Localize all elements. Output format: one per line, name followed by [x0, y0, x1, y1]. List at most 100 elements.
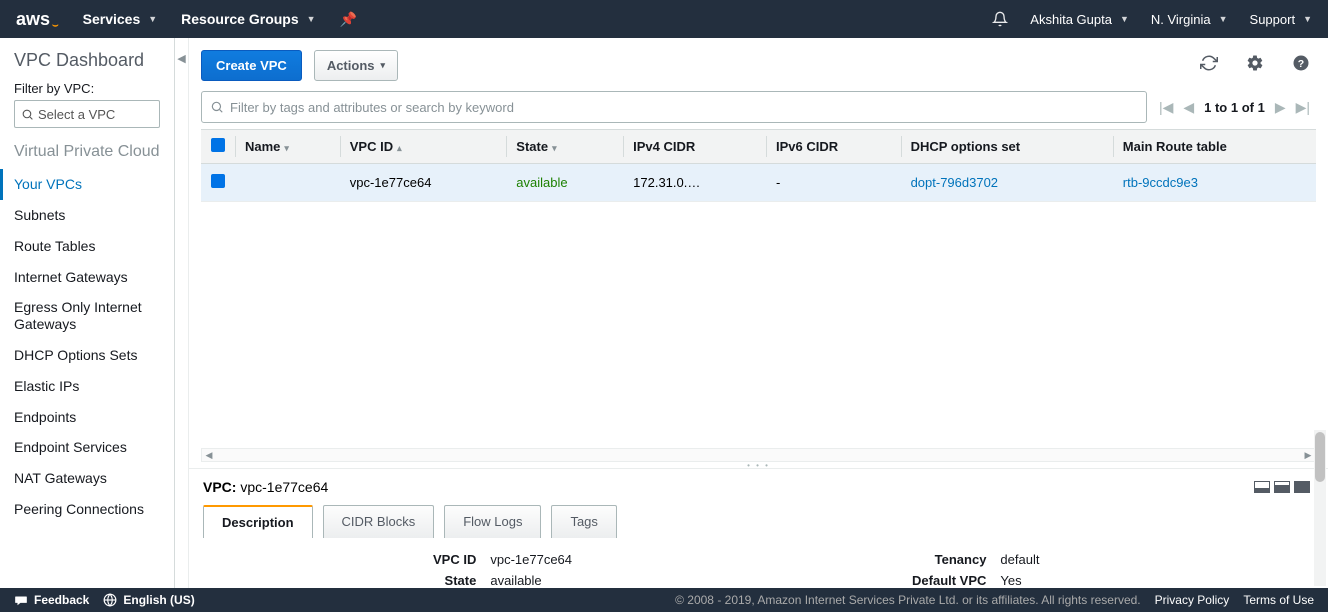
nav-region[interactable]: N. Virginia▼	[1151, 12, 1228, 27]
sidebar-collapse-handle[interactable]: ◀	[175, 38, 189, 588]
page-last-icon[interactable]: ▶|	[1296, 99, 1310, 116]
nav-resource-groups[interactable]: Resource Groups▼	[181, 11, 315, 27]
select-all-checkbox[interactable]	[211, 138, 225, 152]
nav-resource-groups-label: Resource Groups	[181, 11, 298, 27]
sort-icon: ▴	[397, 143, 402, 153]
horizontal-scrollbar[interactable]: ◀ ▶	[201, 448, 1316, 462]
detail-tabs: Description CIDR Blocks Flow Logs Tags	[189, 505, 1328, 538]
nav-support-label: Support	[1250, 12, 1296, 27]
footer-legal: © 2008 - 2019, Amazon Internet Services …	[675, 593, 1141, 607]
caret-down-icon: ▼	[1120, 14, 1129, 24]
language-selector[interactable]: English (US)	[103, 593, 194, 607]
actions-button[interactable]: Actions ▾	[314, 50, 398, 81]
cell-vpc-id: vpc-1e77ce64	[340, 164, 507, 202]
detail-title: VPC: vpc-1e77ce64	[203, 479, 328, 495]
sidebar-item-internet-gateways[interactable]: Internet Gateways	[0, 262, 174, 293]
pin-icon[interactable]: 📌	[340, 11, 357, 28]
scroll-left-icon[interactable]: ◀	[202, 449, 216, 461]
search-icon	[21, 108, 34, 121]
tab-cidr-blocks[interactable]: CIDR Blocks	[323, 505, 435, 538]
col-ipv4[interactable]: IPv4 CIDR	[623, 130, 766, 164]
page-first-icon[interactable]: |◀	[1159, 99, 1173, 116]
paginator: |◀ ◀ 1 to 1 of 1 ▶ ▶|	[1159, 99, 1310, 116]
help-icon[interactable]: ?	[1292, 54, 1310, 77]
main-content: Create VPC Actions ▾ ? Filter by tags an…	[189, 38, 1328, 588]
col-state[interactable]: State▾	[506, 130, 623, 164]
sidebar-section-head: Virtual Private Cloud	[0, 142, 174, 169]
toolbar: Create VPC Actions ▾ ?	[189, 38, 1328, 91]
detail-v-state: available	[490, 573, 572, 588]
detail-header: VPC: vpc-1e77ce64	[189, 468, 1328, 501]
cell-rtb-link[interactable]: rtb-9ccdc9e3	[1113, 164, 1316, 202]
language-label: English (US)	[123, 593, 194, 607]
tab-flow-logs[interactable]: Flow Logs	[444, 505, 541, 538]
layout-split-icon[interactable]	[1274, 481, 1290, 493]
col-rtb[interactable]: Main Route table	[1113, 130, 1316, 164]
terms-link[interactable]: Terms of Use	[1243, 593, 1314, 607]
search-placeholder: Filter by tags and attributes or search …	[230, 100, 514, 115]
sidebar-item-egress-only-igw[interactable]: Egress Only Internet Gateways	[0, 292, 174, 340]
aws-logo[interactable]: aws⌣	[16, 9, 59, 30]
detail-v-tenancy: default	[1000, 552, 1039, 567]
detail-vertical-scrollbar[interactable]	[1314, 430, 1326, 586]
nav-user[interactable]: Akshita Gupta ▼	[1030, 12, 1129, 27]
sidebar-item-dhcp-options[interactable]: DHCP Options Sets	[0, 340, 174, 371]
search-input[interactable]: Filter by tags and attributes or search …	[201, 91, 1147, 123]
caret-down-icon: ▾	[380, 60, 385, 71]
col-dhcp[interactable]: DHCP options set	[901, 130, 1113, 164]
sidebar: VPC Dashboard Filter by VPC: Select a VP…	[0, 38, 175, 588]
sidebar-item-your-vpcs[interactable]: Your VPCs	[0, 169, 174, 200]
notifications-icon[interactable]	[992, 11, 1008, 27]
row-checkbox[interactable]	[211, 174, 225, 188]
top-nav: aws⌣ Services▼ Resource Groups▼ 📌 Akshit…	[0, 0, 1328, 38]
create-vpc-button[interactable]: Create VPC	[201, 50, 302, 81]
search-row: Filter by tags and attributes or search …	[189, 91, 1328, 129]
caret-down-icon: ▼	[1303, 14, 1312, 24]
caret-down-icon: ▼	[1219, 14, 1228, 24]
tab-tags[interactable]: Tags	[551, 505, 616, 538]
detail-k-state: State	[433, 573, 476, 588]
aws-logo-text: aws	[16, 9, 50, 30]
layout-bottom-icon[interactable]	[1254, 481, 1270, 493]
sidebar-item-elastic-ips[interactable]: Elastic IPs	[0, 371, 174, 402]
sidebar-item-endpoint-services[interactable]: Endpoint Services	[0, 432, 174, 463]
detail-k-tenancy: Tenancy	[912, 552, 986, 567]
sidebar-item-route-tables[interactable]: Route Tables	[0, 231, 174, 262]
feedback-link[interactable]: Feedback	[14, 593, 89, 607]
pane-layout-icons	[1254, 481, 1310, 493]
sidebar-item-nat-gateways[interactable]: NAT Gateways	[0, 463, 174, 494]
scroll-right-icon[interactable]: ▶	[1301, 449, 1315, 461]
refresh-icon[interactable]	[1200, 54, 1218, 77]
sidebar-item-subnets[interactable]: Subnets	[0, 200, 174, 231]
page-next-icon[interactable]: ▶	[1275, 99, 1286, 116]
col-vpc-id[interactable]: VPC ID▴	[340, 130, 507, 164]
detail-v-vpc-id: vpc-1e77ce64	[490, 552, 572, 567]
filter-by-vpc-label: Filter by VPC:	[0, 81, 174, 100]
vpc-table: Name▾ VPC ID▴ State▾ IPv4 CIDR IPv6 CIDR…	[189, 129, 1328, 202]
tab-description[interactable]: Description	[203, 505, 313, 538]
actions-label: Actions	[327, 58, 375, 73]
detail-body: VPC ID vpc-1e77ce64 State available Tena…	[189, 538, 1328, 588]
filter-vpc-select[interactable]: Select a VPC	[14, 100, 160, 128]
settings-icon[interactable]	[1246, 54, 1264, 77]
nav-services-label: Services	[83, 11, 141, 27]
cell-name	[235, 164, 340, 202]
sort-icon: ▾	[552, 143, 557, 153]
detail-k-default-vpc: Default VPC	[912, 573, 986, 588]
sidebar-item-peering-connections[interactable]: Peering Connections	[0, 494, 174, 525]
layout-full-icon[interactable]	[1294, 481, 1310, 493]
nav-user-label: Akshita Gupta	[1030, 12, 1112, 27]
page-prev-icon[interactable]: ◀	[1183, 99, 1194, 116]
sidebar-item-endpoints[interactable]: Endpoints	[0, 402, 174, 433]
table-row[interactable]: vpc-1e77ce64 available 172.31.0.… - dopt…	[201, 164, 1316, 202]
cell-dhcp-link[interactable]: dopt-796d3702	[901, 164, 1113, 202]
caret-down-icon: ▼	[148, 14, 157, 24]
col-ipv6[interactable]: IPv6 CIDR	[766, 130, 901, 164]
cell-ipv4: 172.31.0.…	[623, 164, 766, 202]
col-name[interactable]: Name▾	[235, 130, 340, 164]
search-icon	[210, 100, 224, 114]
privacy-link[interactable]: Privacy Policy	[1155, 593, 1230, 607]
nav-support[interactable]: Support ▼	[1250, 12, 1312, 27]
nav-services[interactable]: Services ▼	[83, 11, 158, 27]
detail-k-vpc-id: VPC ID	[433, 552, 476, 567]
